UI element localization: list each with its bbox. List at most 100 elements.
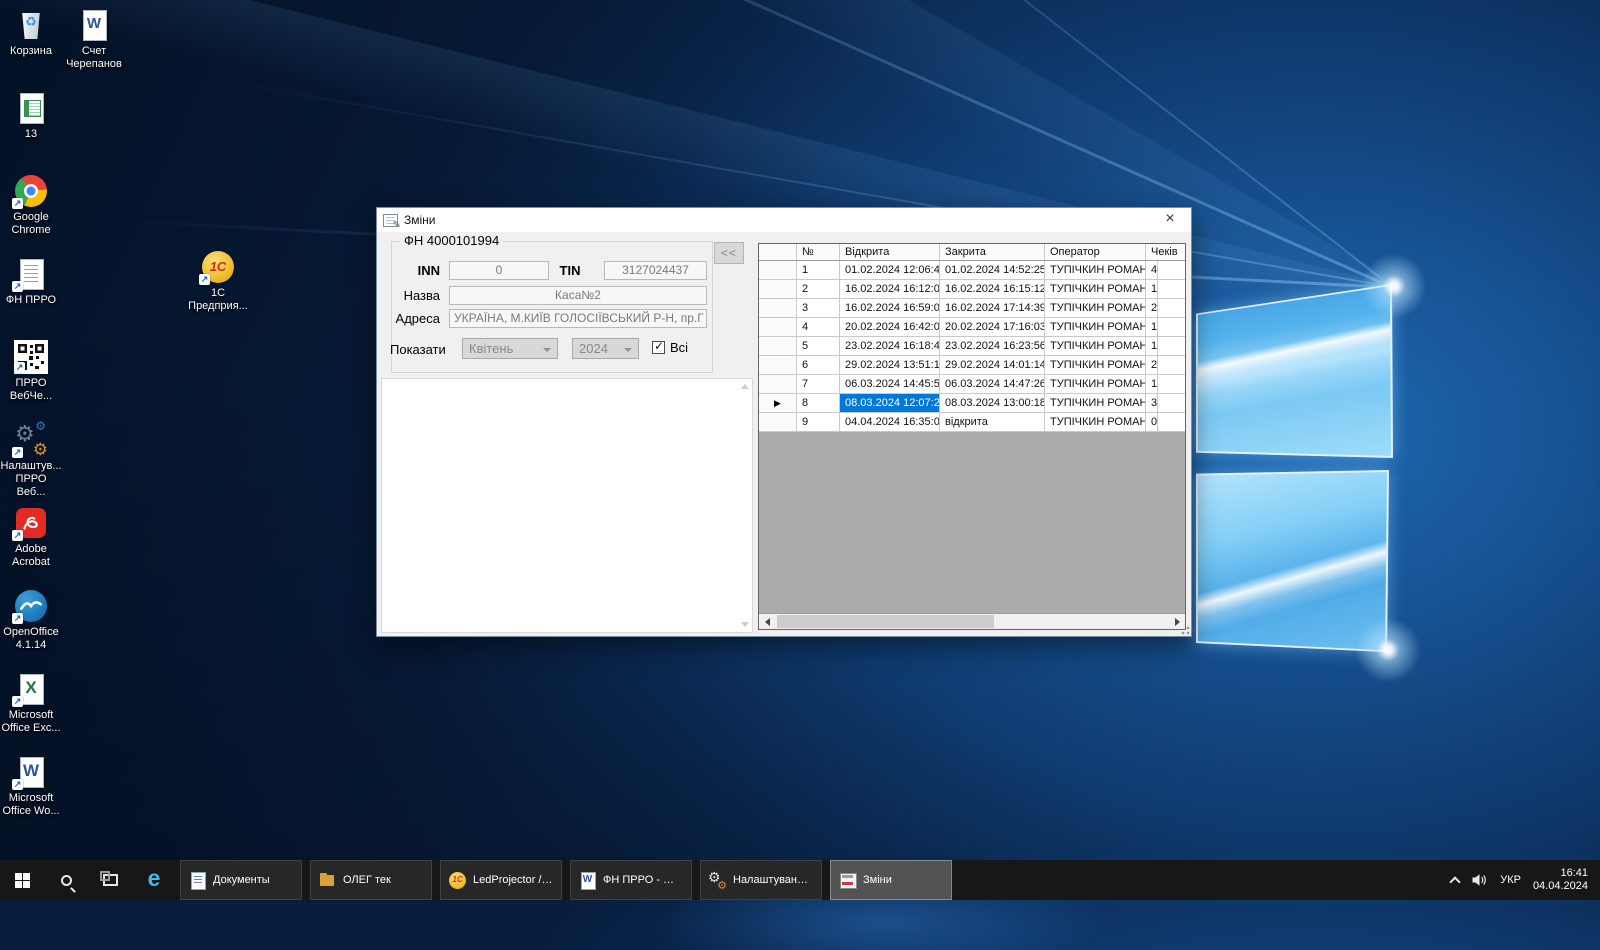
row-selector-cell[interactable]: ▶ xyxy=(759,394,797,412)
row-selector-cell[interactable] xyxy=(759,261,797,279)
scrollbar-track[interactable] xyxy=(775,614,1169,629)
cell-checks[interactable]: 0 xyxy=(1146,413,1158,431)
start-button[interactable] xyxy=(0,860,44,900)
details-panel[interactable] xyxy=(381,378,753,633)
cell-opened[interactable]: 04.04.2024 16:35:08 xyxy=(840,413,940,431)
hidden-icons-chevron-icon[interactable] xyxy=(1450,876,1461,887)
row-selector-cell[interactable] xyxy=(759,318,797,336)
cell-opened[interactable]: 01.02.2024 12:06:41 xyxy=(840,261,940,279)
desktop-icon-schet-cherepanov[interactable]: Счет Черепанов xyxy=(58,8,130,71)
desktop-icon-adobe-acrobat[interactable]: ↗Adobe Acrobat xyxy=(0,502,62,585)
desktop-icon-fn-prro[interactable]: ↗ФН ПРРО xyxy=(0,253,62,336)
col-header-operator[interactable]: Оператор xyxy=(1045,244,1146,260)
cell-opened[interactable]: 20.02.2024 16:42:04 xyxy=(840,318,940,336)
cell-number[interactable]: 3 xyxy=(797,299,840,317)
cell-operator[interactable]: ТУПІЧКИН РОМАН ... xyxy=(1045,356,1146,374)
cell-operator[interactable]: ТУПІЧКИН РОМАН ... xyxy=(1045,413,1146,431)
cell-closed[interactable]: відкрита xyxy=(940,413,1045,431)
cell-number[interactable]: 8 xyxy=(797,394,840,412)
cell-operator[interactable]: ТУПІЧКИН РОМАН ... xyxy=(1045,375,1146,393)
cell-opened[interactable]: 29.02.2024 13:51:10 xyxy=(840,356,940,374)
address-field[interactable]: УКРАЇНА, М.КИЇВ ГОЛОСІЇВСЬКИЙ Р-Н, пр.Г xyxy=(449,309,707,328)
taskbar-button-dokumenty[interactable]: Документы xyxy=(180,860,302,900)
cell-opened[interactable]: 16.02.2024 16:59:08 xyxy=(840,299,940,317)
scroll-down-icon[interactable] xyxy=(741,622,749,627)
cell-closed[interactable]: 20.02.2024 17:16:03 xyxy=(940,318,1045,336)
cell-operator[interactable]: ТУПІЧКИН РОМАН ... xyxy=(1045,261,1146,279)
cell-operator[interactable]: ТУПІЧКИН РОМАН ... xyxy=(1045,394,1146,412)
desktop-icon-google-chrome[interactable]: ↗Google Chrome xyxy=(0,170,62,253)
cell-number[interactable]: 5 xyxy=(797,337,840,355)
scroll-left-icon[interactable] xyxy=(759,614,775,629)
cell-checks[interactable]: 1 xyxy=(1146,375,1158,393)
cell-number[interactable]: 9 xyxy=(797,413,840,431)
cell-closed[interactable]: 23.02.2024 16:23:56 xyxy=(940,337,1045,355)
cell-number[interactable]: 1 xyxy=(797,261,840,279)
taskbar-button-ledprojector[interactable]: LedProjector / Busi... xyxy=(440,860,562,900)
row-selector-cell[interactable] xyxy=(759,280,797,298)
cell-closed[interactable]: 08.03.2024 13:00:18 xyxy=(940,394,1045,412)
row-selector-cell[interactable] xyxy=(759,299,797,317)
cell-opened[interactable]: 23.02.2024 16:18:45 xyxy=(840,337,940,355)
cell-operator[interactable]: ТУПІЧКИН РОМАН ... xyxy=(1045,318,1146,336)
cell-checks[interactable]: 2 xyxy=(1146,356,1158,374)
name-field[interactable]: Каса№2 xyxy=(449,286,707,305)
row-selector-cell[interactable] xyxy=(759,337,797,355)
cell-closed[interactable]: 06.03.2024 14:47:26 xyxy=(940,375,1045,393)
internet-explorer-button[interactable]: e xyxy=(132,860,176,900)
desktop-icon-prro-webche[interactable]: ↗ПРРО ВебЧе... xyxy=(0,336,62,419)
cell-number[interactable]: 7 xyxy=(797,375,840,393)
cell-closed[interactable]: 29.02.2024 14:01:14 xyxy=(940,356,1045,374)
row-selector-cell[interactable] xyxy=(759,413,797,431)
desktop-icon-ms-office-excel[interactable]: ↗Microsoft Office Exc... xyxy=(0,668,62,751)
col-header-closed[interactable]: Закрита xyxy=(940,244,1045,260)
close-icon[interactable]: × xyxy=(1155,208,1185,232)
cell-operator[interactable]: ТУПІЧКИН РОМАН ... xyxy=(1045,299,1146,317)
cell-number[interactable]: 6 xyxy=(797,356,840,374)
taskbar-button-fn-prro-word[interactable]: ФН ПРРО - Micros... xyxy=(570,860,692,900)
desktop-icon-1c-predpriyatie[interactable]: ↗ 1С Предприя... xyxy=(184,250,252,313)
month-select[interactable]: Квітень xyxy=(462,338,558,359)
col-header-opened[interactable]: Відкрита xyxy=(840,244,940,260)
cell-number[interactable]: 2 xyxy=(797,280,840,298)
cell-closed[interactable]: 16.02.2024 17:14:39 xyxy=(940,299,1045,317)
desktop-icon-excel-file-13[interactable]: 13 xyxy=(0,87,62,170)
taskbar-button-oleg-tek[interactable]: ОЛЕГ тек xyxy=(310,860,432,900)
desktop-icon-ms-office-word[interactable]: ↗Microsoft Office Wo... xyxy=(0,751,62,834)
cell-number[interactable]: 4 xyxy=(797,318,840,336)
cell-opened[interactable]: 06.03.2024 14:45:52 xyxy=(840,375,940,393)
scroll-up-icon[interactable] xyxy=(741,384,749,389)
resize-grip[interactable] xyxy=(1179,624,1190,635)
year-select[interactable]: 2024 xyxy=(572,338,639,359)
taskbar-button-nalashtuvannya[interactable]: ⚙⚙Налаштування ПР... xyxy=(700,860,822,900)
clock[interactable]: 16:41 04.04.2024 xyxy=(1533,867,1588,893)
col-header-number[interactable]: № xyxy=(797,244,840,260)
horizontal-scrollbar[interactable] xyxy=(759,613,1185,629)
row-selector-cell[interactable] xyxy=(759,356,797,374)
cell-checks[interactable]: 3 xyxy=(1146,394,1158,412)
cell-checks[interactable]: 2 xyxy=(1146,299,1158,317)
desktop-icon-recycle-bin[interactable]: Корзина xyxy=(0,4,62,87)
language-indicator[interactable]: УКР xyxy=(1500,874,1521,886)
cell-closed[interactable]: 01.02.2024 14:52:25 xyxy=(940,261,1045,279)
row-selector-cell[interactable] xyxy=(759,375,797,393)
cell-opened[interactable]: 08.03.2024 12:07:24 xyxy=(840,394,940,412)
cell-checks[interactable]: 1 xyxy=(1146,337,1158,355)
cell-operator[interactable]: ТУПІЧКИН РОМАН ... xyxy=(1045,280,1146,298)
dialog-titlebar[interactable]: Зміни × xyxy=(377,208,1191,232)
scrollbar-thumb[interactable] xyxy=(777,615,994,628)
desktop-icon-nalashtuv-prro-web[interactable]: ⚙⚙⚙↗Налаштув... ПРРО Веб... xyxy=(0,419,62,502)
cell-operator[interactable]: ТУПІЧКИН РОМАН ... xyxy=(1045,337,1146,355)
desktop-icon-openoffice[interactable]: ↗OpenOffice 4.1.14 xyxy=(0,585,62,668)
tin-field[interactable]: 3127024437 xyxy=(604,261,707,280)
inn-field[interactable]: 0 xyxy=(449,261,549,280)
search-button[interactable] xyxy=(44,860,88,900)
collapse-button[interactable]: << xyxy=(714,242,744,264)
cell-checks[interactable]: 1 xyxy=(1146,318,1158,336)
cell-opened[interactable]: 16.02.2024 16:12:06 xyxy=(840,280,940,298)
volume-icon[interactable] xyxy=(1471,872,1488,888)
cell-closed[interactable]: 16.02.2024 16:15:12 xyxy=(940,280,1045,298)
cell-checks[interactable]: 4 xyxy=(1146,261,1158,279)
col-header-checks[interactable]: Чеків xyxy=(1146,244,1185,260)
task-view-button[interactable] xyxy=(88,860,132,900)
